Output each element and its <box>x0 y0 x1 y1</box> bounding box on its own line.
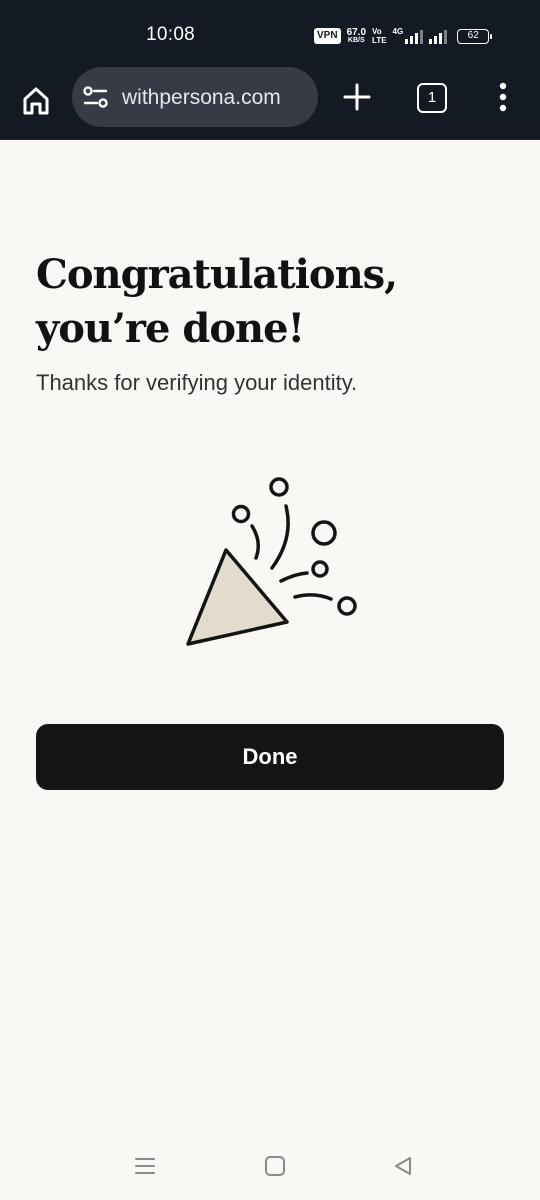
volte-bottom: LTE <box>372 36 387 45</box>
signal-icon: 4G <box>393 28 424 44</box>
browser-toolbar: withpersona.com 1 <box>0 66 540 140</box>
volte-indicator: Vo LTE <box>372 27 387 45</box>
page-subtitle: Thanks for verifying your identity. <box>36 370 358 395</box>
system-nav-bar <box>0 1132 540 1200</box>
recents-icon[interactable] <box>133 1154 157 1178</box>
status-icons: VPN 67.0 KB/S Vo LTE 4G 62 <box>314 24 493 48</box>
battery-icon: 62 <box>457 28 493 44</box>
plus-icon[interactable] <box>340 80 374 114</box>
signal-icon-2 <box>429 28 448 44</box>
url-bar[interactable]: withpersona.com <box>72 67 318 127</box>
page-title: Congratulations, you’re done! <box>36 251 398 352</box>
back-icon[interactable] <box>391 1154 415 1178</box>
network-speed-unit: KB/S <box>347 36 365 44</box>
vpn-badge: VPN <box>314 28 341 44</box>
status-time: 10:08 <box>146 24 196 45</box>
network-speed: 67.0 KB/S <box>346 26 367 45</box>
site-settings-icon[interactable] <box>82 84 110 110</box>
volte-top: Vo <box>372 27 382 36</box>
party-popper-icon <box>180 470 370 660</box>
home-icon[interactable] <box>18 83 54 119</box>
status-bar: 10:08 VPN 67.0 KB/S Vo LTE 4G 62 <box>0 0 540 66</box>
tab-switcher-button[interactable]: 1 <box>417 83 447 113</box>
nav-home-icon[interactable] <box>263 1154 287 1178</box>
network-type: 4G <box>392 27 404 36</box>
url-text[interactable]: withpersona.com <box>122 86 281 110</box>
more-vertical-icon[interactable] <box>492 80 514 114</box>
network-speed-value: 67.0 <box>346 26 367 38</box>
done-button[interactable]: Done <box>36 724 504 790</box>
